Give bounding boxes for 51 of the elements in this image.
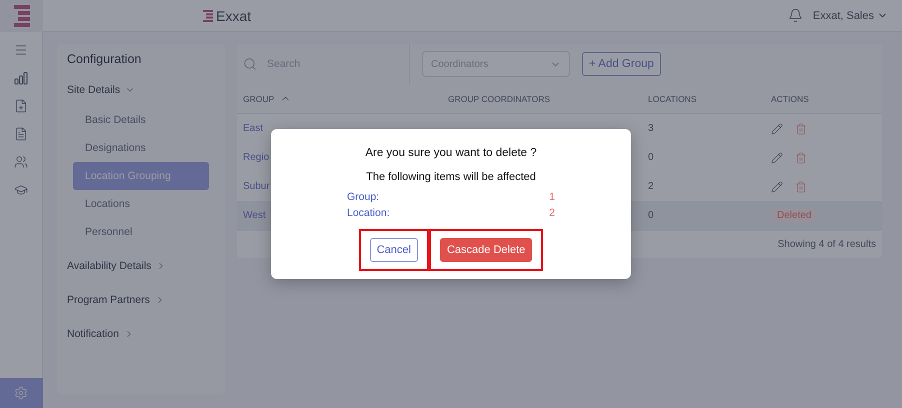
- section-toggle[interactable]: Program Partners: [67, 292, 165, 308]
- panel-title: Configuration: [67, 52, 142, 64]
- file-plus-icon: [14, 99, 28, 113]
- affected-item-label: Location:: [347, 207, 390, 221]
- affected-item-label: Group:: [347, 191, 380, 205]
- dialog-subtitle: The following items will be affected: [366, 171, 536, 183]
- edit-icon[interactable]: [771, 152, 783, 164]
- brand-name: Exxat: [216, 8, 252, 24]
- section-toggle[interactable]: Notification: [67, 326, 134, 342]
- group-link[interactable]: East: [237, 123, 264, 134]
- table-cell-text: 2: [647, 181, 654, 192]
- table-cell-text: 3: [647, 123, 654, 134]
- user-menu[interactable]: Exxat, Sales: [812, 10, 888, 22]
- column-header[interactable]: GROUP: [237, 84, 442, 114]
- deleted-status: Deleted: [773, 209, 816, 222]
- affected-item-count: 2: [549, 207, 555, 221]
- add-group-button[interactable]: + Add Group: [582, 52, 661, 76]
- search-icon: [243, 57, 257, 71]
- column-header[interactable]: GROUP COORDINATORS: [442, 84, 642, 114]
- delete-icon[interactable]: [795, 122, 807, 134]
- delete-icon[interactable]: [795, 152, 807, 164]
- sidebar-nav-button[interactable]: [0, 378, 42, 408]
- table-cell-text: 0: [647, 152, 654, 163]
- group-link[interactable]: West: [237, 210, 266, 221]
- menu-icon: [14, 43, 28, 57]
- table-cell-text: 0: [647, 210, 654, 221]
- nav-item[interactable]: Personnel: [73, 218, 209, 246]
- brand-logo-icon: [203, 10, 213, 22]
- group-link[interactable]: Regio: [237, 152, 270, 163]
- column-header[interactable]: LOCATIONS: [642, 84, 765, 114]
- bar-chart-icon: [14, 71, 28, 85]
- document-icon: [14, 127, 28, 141]
- affected-item-count: 1: [549, 191, 555, 205]
- edit-icon[interactable]: [771, 122, 783, 134]
- logo-icon: [12, 4, 32, 26]
- section-toggle[interactable]: Site Details: [67, 82, 136, 98]
- cancel-button[interactable]: Cancel: [370, 238, 418, 262]
- nav-item[interactable]: Locations: [73, 190, 209, 218]
- column-header[interactable]: ACTIONS: [765, 84, 882, 114]
- section-toggle[interactable]: Availability Details: [67, 258, 166, 274]
- notification-bell-icon[interactable]: [788, 8, 803, 23]
- group-link[interactable]: Subur: [237, 181, 270, 192]
- nav-item[interactable]: Basic Details: [73, 106, 209, 134]
- settings-icon: [14, 386, 28, 400]
- cascade-delete-button[interactable]: Cascade Delete: [440, 238, 532, 262]
- edit-icon[interactable]: [771, 180, 783, 192]
- graduation-cap-icon: [14, 183, 28, 197]
- people-icon: [14, 155, 28, 169]
- dialog-question: Are you sure you want to delete ?: [365, 147, 537, 159]
- nav-item[interactable]: Designations: [73, 134, 209, 162]
- delete-icon[interactable]: [795, 180, 807, 192]
